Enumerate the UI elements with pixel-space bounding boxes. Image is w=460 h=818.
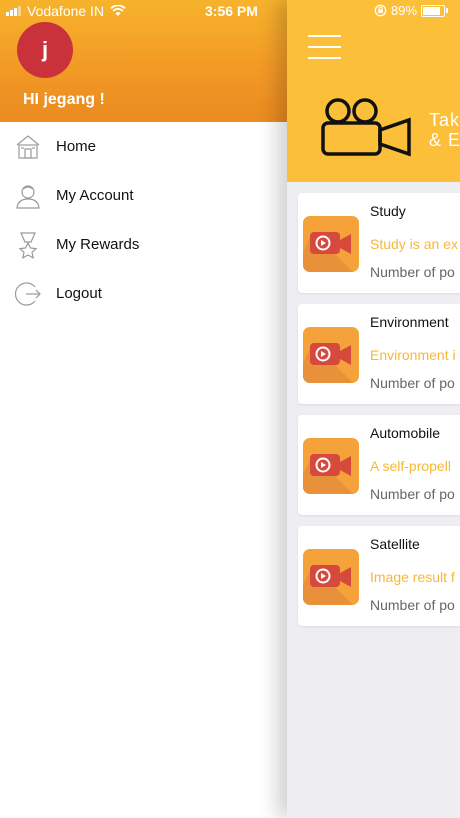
banner-line-1: Tak xyxy=(429,110,460,130)
carrier-label: Vodafone IN xyxy=(27,3,105,19)
greeting-text: HI jegang ! xyxy=(23,91,105,108)
video-thumbnail-icon xyxy=(303,549,359,605)
card-title: Study xyxy=(370,203,406,219)
card-description: Image result f xyxy=(370,569,455,585)
drawer-header: Vodafone IN 3:56 PM j HI jegang ! xyxy=(0,0,287,122)
video-thumbnail-icon xyxy=(303,216,359,272)
drawer-menu: Home My Account My Rewards Logout xyxy=(0,122,287,318)
signal-icon xyxy=(6,6,21,16)
rotation-lock-icon xyxy=(374,4,387,17)
card-description: Environment i xyxy=(370,347,456,363)
hamburger-menu-icon[interactable] xyxy=(308,35,341,60)
side-drawer: Vodafone IN 3:56 PM j HI jegang ! Home M… xyxy=(0,0,287,818)
card-meta: Number of po xyxy=(370,597,455,613)
video-thumbnail-icon xyxy=(303,438,359,494)
wifi-icon xyxy=(110,5,126,16)
menu-item-my-account[interactable]: My Account xyxy=(0,171,287,220)
card-description: Study is an ex xyxy=(370,236,458,252)
topic-card-study[interactable]: Study Study is an ex Number of po xyxy=(298,193,460,293)
topic-card-automobile[interactable]: Automobile A self-propell Number of po xyxy=(298,415,460,515)
avatar[interactable]: j xyxy=(17,22,73,78)
battery-percent: 89% xyxy=(391,3,418,18)
card-description: A self-propell xyxy=(370,458,451,474)
card-title: Environment xyxy=(370,314,449,330)
video-thumbnail-icon xyxy=(303,327,359,383)
status-bar-left: Vodafone IN xyxy=(6,3,126,19)
status-time: 3:56 PM xyxy=(205,3,258,19)
menu-item-my-rewards[interactable]: My Rewards xyxy=(0,220,287,269)
battery-icon xyxy=(421,4,446,17)
card-meta: Number of po xyxy=(370,486,455,502)
card-title: Automobile xyxy=(370,425,441,441)
video-camera-icon xyxy=(321,98,411,157)
menu-item-logout[interactable]: Logout xyxy=(0,269,287,318)
card-meta: Number of po xyxy=(370,264,455,280)
menu-label-home: Home xyxy=(56,138,97,155)
topic-list: Study Study is an ex Number of po Enviro… xyxy=(298,193,460,637)
home-icon xyxy=(13,132,43,162)
topic-card-satellite[interactable]: Satellite Image result f Number of po xyxy=(298,526,460,626)
main-header: 89% Tak & E xyxy=(287,0,460,182)
trophy-icon xyxy=(13,230,43,260)
banner-text: Tak & E xyxy=(429,110,460,150)
menu-label-my-rewards: My Rewards xyxy=(56,236,140,253)
status-bar-right: 89% xyxy=(374,3,449,18)
battery-tip xyxy=(446,8,449,13)
menu-item-home[interactable]: Home xyxy=(0,122,287,171)
card-meta: Number of po xyxy=(370,375,455,391)
card-title: Satellite xyxy=(370,536,420,552)
banner-line-2: & E xyxy=(429,130,460,150)
topic-card-environment[interactable]: Environment Environment i Number of po xyxy=(298,304,460,404)
logout-icon xyxy=(13,279,43,309)
user-icon xyxy=(13,181,43,211)
main-panel: 89% Tak & E Study Study is an ex Number … xyxy=(287,0,460,818)
menu-label-my-account: My Account xyxy=(56,187,134,204)
menu-label-logout: Logout xyxy=(56,285,102,302)
